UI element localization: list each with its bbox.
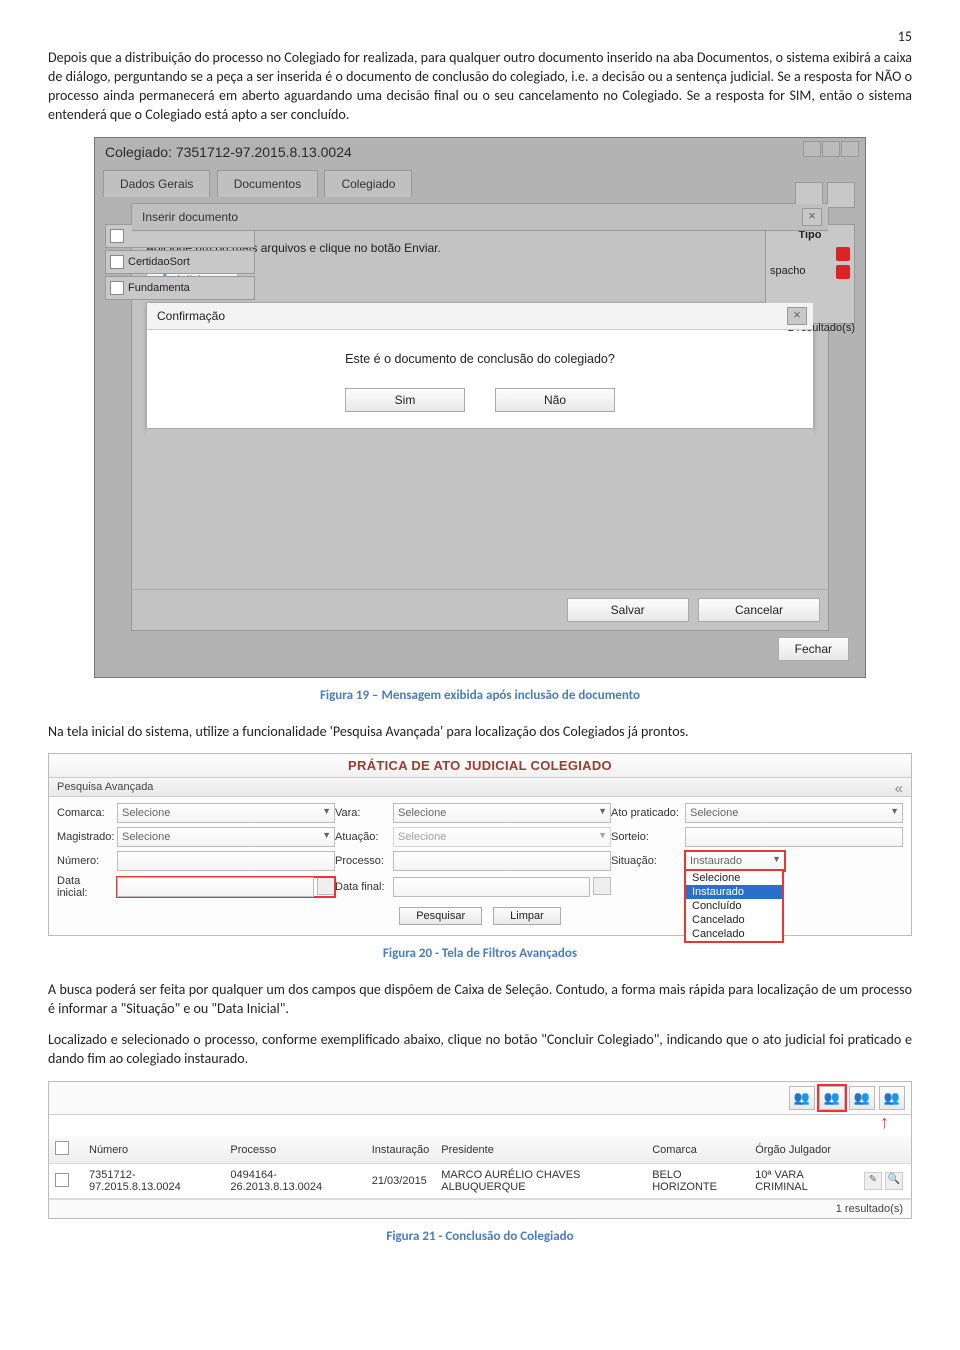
row-fundamenta: Fundamenta <box>128 281 190 293</box>
nao-button[interactable]: Não <box>495 388 615 412</box>
pdf-icon <box>836 265 850 279</box>
fig20-subheader: Pesquisa Avançada« <box>49 777 911 797</box>
paragraph-4: Localizado e selecionado o processo, con… <box>48 1031 912 1069</box>
concluir-colegiado-button[interactable]: 👥 <box>819 1086 845 1110</box>
col-orgao: Órgão Julgador <box>749 1136 855 1164</box>
lbl-processo: Processo: <box>335 855 393 867</box>
lbl-magistrado: Magistrado: <box>57 831 117 843</box>
lbl-data-final: Data final: <box>335 881 393 893</box>
cancelar-button[interactable]: Cancelar <box>698 598 820 622</box>
sel-situacao[interactable]: Instaurado▼ <box>685 851 785 871</box>
checkbox-header[interactable] <box>55 1141 69 1155</box>
lbl-situacao: Situação: <box>611 855 685 867</box>
cell-presidente: MARCO AURÉLIO CHAVES ALBUQUERQUE <box>435 1164 646 1199</box>
cell-processo: 0494164-26.2013.8.13.0024 <box>224 1164 365 1199</box>
paragraph-2: Na tela inicial do sistema, utilize a fu… <box>48 723 912 742</box>
tab-documentos[interactable]: Documentos <box>217 170 318 197</box>
confirm-dialog: Confirmação × Este é o documento de conc… <box>146 302 814 429</box>
txt-numero[interactable] <box>117 851 335 871</box>
checkbox-row[interactable] <box>55 1173 69 1187</box>
tab-colegiado[interactable]: Colegiado <box>324 170 412 197</box>
cell-text: spacho <box>770 265 805 279</box>
figure-21: 👥 👥 👥 👥 ↑ Número Processo Instauração Pr… <box>48 1081 912 1219</box>
results-footer: 1 resultado(s) <box>49 1199 911 1218</box>
results-table: Número Processo Instauração Presidente C… <box>49 1136 911 1199</box>
window-controls[interactable] <box>803 141 859 157</box>
opt-concluido[interactable]: Concluído <box>686 899 782 913</box>
calendar-icon[interactable] <box>317 877 335 895</box>
collapse-icon[interactable]: « <box>895 780 903 797</box>
col-instauracao: Instauração <box>366 1136 435 1164</box>
sel-vara[interactable]: Selecione▼ <box>393 803 611 823</box>
window-title-text: Colegiado: 7351712-97.2015.8.13.0024 <box>105 144 352 160</box>
row-certidao: CertidaoSort <box>128 255 190 267</box>
lbl-numero: Número: <box>57 855 117 867</box>
close-icon[interactable]: × <box>802 208 822 226</box>
confirm-question: Este é o documento de conclusão do coleg… <box>157 352 803 366</box>
salvar-button[interactable]: Salvar <box>567 598 689 622</box>
cell-comarca: BELO HORIZONTE <box>646 1164 749 1199</box>
limpar-button[interactable]: Limpar <box>493 907 561 925</box>
inserir-title: Inserir documento × <box>132 204 828 231</box>
pdf-icon <box>836 247 850 261</box>
paragraph-3: A busca poderá ser feita por qualquer um… <box>48 981 912 1019</box>
action-icon-1[interactable]: 👥 <box>789 1086 815 1110</box>
opt-cancelado-2[interactable]: Cancelado <box>686 927 782 941</box>
calendar-icon[interactable] <box>593 877 611 895</box>
opt-cancelado[interactable]: Cancelado <box>686 913 782 927</box>
red-arrow-icon: ↑ <box>880 1112 889 1132</box>
data-final-field[interactable] <box>393 877 611 897</box>
remove-icon[interactable] <box>827 182 855 208</box>
col-comarca: Comarca <box>646 1136 749 1164</box>
opt-selecione[interactable]: Selecione <box>686 871 782 885</box>
situacao-dropdown[interactable]: Selecione Instaurado Concluído Cancelado… <box>685 870 783 942</box>
close-icon[interactable]: × <box>787 307 807 325</box>
col-presidente: Presidente <box>435 1136 646 1164</box>
figure-19: Colegiado: 7351712-97.2015.8.13.0024 Dad… <box>94 137 866 678</box>
lbl-comarca: Comarca: <box>57 807 117 819</box>
lbl-vara: Vara: <box>335 807 393 819</box>
txt-sorteio[interactable] <box>685 827 903 847</box>
action-icon-3[interactable]: 👥 <box>849 1086 875 1110</box>
tab-dados-gerais[interactable]: Dados Gerais <box>103 170 210 197</box>
sel-atuacao[interactable]: Selecione▼ <box>393 827 611 847</box>
table-row[interactable]: 7351712-97.2015.8.13.0024 0494164-26.201… <box>49 1164 911 1199</box>
lbl-ato: Ato praticado: <box>611 807 685 819</box>
confirm-title: Confirmação × <box>147 303 813 330</box>
tabs: Dados Gerais Documentos Colegiado <box>95 166 865 197</box>
cell-instauracao: 21/03/2015 <box>366 1164 435 1199</box>
lbl-sorteio: Sorteio: <box>611 831 685 843</box>
figure-19-caption: Figura 19 – Mensagem exibida após inclus… <box>48 688 912 703</box>
cell-orgao: 10ª VARA CRIMINAL <box>749 1164 855 1199</box>
figure-20: PRÁTICA DE ATO JUDICIAL COLEGIADO Pesqui… <box>48 753 912 936</box>
page-number: 15 <box>48 28 912 45</box>
opt-instaurado[interactable]: Instaurado <box>686 885 782 899</box>
fig20-header: PRÁTICA DE ATO JUDICIAL COLEGIADO <box>49 754 911 777</box>
data-inicial-field[interactable] <box>117 877 335 897</box>
sel-ato[interactable]: Selecione▼ <box>685 803 903 823</box>
figure-21-caption: Figura 21 - Conclusão do Colegiado <box>48 1229 912 1244</box>
col-processo: Processo <box>224 1136 365 1164</box>
edit-icon[interactable]: ✎ <box>864 1172 882 1190</box>
left-column: CertidaoSort Fundamenta <box>105 224 255 302</box>
txt-processo[interactable] <box>393 851 611 871</box>
fechar-button[interactable]: Fechar <box>778 637 849 661</box>
figure-20-caption: Figura 20 - Tela de Filtros Avançados <box>48 946 912 961</box>
pesquisar-button[interactable]: Pesquisar <box>399 907 482 925</box>
paragraph-1: Depois que a distribuição do processo no… <box>48 49 912 125</box>
sel-comarca[interactable]: Selecione▼ <box>117 803 335 823</box>
action-icon-4[interactable]: 👥 <box>879 1086 905 1110</box>
search-icon[interactable]: 🔍 <box>885 1172 903 1190</box>
window-title: Colegiado: 7351712-97.2015.8.13.0024 <box>95 138 865 166</box>
lbl-atuacao: Atuação: <box>335 831 393 843</box>
lbl-data-inicial: Data inicial: <box>57 875 117 899</box>
sel-magistrado[interactable]: Selecione▼ <box>117 827 335 847</box>
col-numero: Número <box>83 1136 224 1164</box>
cell-numero: 7351712-97.2015.8.13.0024 <box>83 1164 224 1199</box>
sim-button[interactable]: Sim <box>345 388 465 412</box>
